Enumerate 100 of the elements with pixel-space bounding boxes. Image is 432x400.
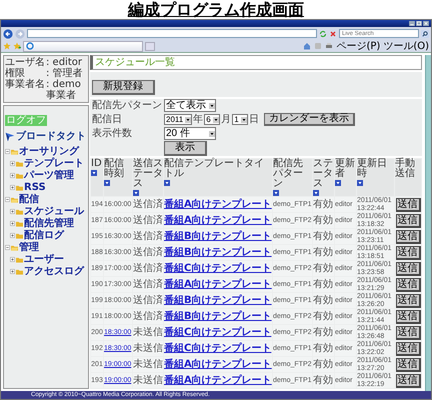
table-cell: 未送信	[133, 325, 163, 340]
year-select[interactable]: 2011	[164, 114, 192, 125]
sort-icon[interactable]	[164, 180, 170, 186]
tree-toggle-icon[interactable]	[5, 245, 10, 250]
tree-toggle-icon[interactable]	[10, 257, 15, 262]
send-button[interactable]: 送信	[396, 310, 420, 324]
nav-item[interactable]: 配信ログ	[24, 230, 64, 241]
table-cell: 送信済	[133, 293, 163, 308]
logo-text: ブロードタクト	[16, 131, 86, 143]
table-cell: 送信済	[133, 229, 163, 244]
table-cell: 有効	[313, 261, 334, 276]
calendar-button[interactable]: カレンダーを表示	[264, 113, 356, 126]
send-button[interactable]: 送信	[396, 230, 420, 244]
select-field[interactable]: 全て表示	[164, 99, 216, 112]
nav-item[interactable]: ユーザー	[24, 254, 64, 265]
sort-icon[interactable]	[104, 180, 110, 186]
sort-icon[interactable]	[357, 180, 363, 186]
nav-item[interactable]: パーツ管理	[24, 170, 74, 181]
column-header: 手動送信	[395, 159, 416, 179]
back-icon[interactable]	[3, 28, 13, 38]
search-icon[interactable]	[421, 30, 429, 38]
address-field[interactable]	[27, 29, 317, 38]
dropdown-icon[interactable]	[209, 102, 215, 108]
user-info-label: ユーザ名	[5, 57, 45, 68]
template-link[interactable]: 番組B向けテンプレート	[164, 247, 272, 258]
tree-toggle-icon[interactable]	[10, 161, 15, 166]
sort-icon[interactable]	[91, 170, 97, 176]
tree-toggle-icon[interactable]	[10, 269, 15, 274]
add-favorite-icon[interactable]	[13, 42, 21, 50]
send-button[interactable]: 送信	[396, 246, 420, 260]
sort-icon[interactable]	[133, 190, 139, 196]
tree-toggle-icon[interactable]	[10, 209, 15, 214]
send-button[interactable]: 送信	[396, 374, 420, 388]
sort-icon[interactable]	[313, 190, 319, 196]
send-button[interactable]: 送信	[396, 342, 420, 356]
template-link[interactable]: 番組C向けテンプレート	[164, 327, 272, 338]
template-link[interactable]: 番組B向けテンプレート	[164, 311, 272, 322]
folder-icon	[11, 196, 18, 202]
template-link[interactable]: 番組A向けテンプレート	[164, 375, 272, 386]
nav-item[interactable]: オーサリング	[19, 146, 79, 157]
template-link[interactable]: 番組B向けテンプレート	[164, 231, 272, 242]
user-info-label: 権限	[5, 68, 25, 79]
star-icon[interactable]	[3, 42, 11, 50]
tree-toggle-icon[interactable]	[5, 149, 10, 154]
user-info-value: : editor	[46, 57, 83, 68]
dropdown-icon[interactable]	[213, 116, 220, 122]
print-icon[interactable]	[325, 42, 334, 50]
tree-toggle-icon[interactable]	[10, 233, 15, 238]
tree-toggle-icon[interactable]	[10, 173, 15, 178]
template-link[interactable]: 番組C向けテンプレート	[164, 263, 272, 274]
template-link[interactable]: 番組A向けテンプレート	[164, 215, 272, 226]
dropdown-icon[interactable]	[185, 116, 192, 122]
maximize-icon[interactable]	[416, 21, 422, 26]
logo-icon	[5, 132, 15, 142]
send-button[interactable]: 送信	[396, 278, 420, 292]
tree-toggle-icon[interactable]	[10, 221, 15, 226]
table-cell: 未送信	[133, 341, 163, 356]
nav-item[interactable]: 配信先管理	[24, 218, 74, 229]
scrollbar[interactable]	[425, 55, 431, 391]
tree-toggle-icon[interactable]	[10, 185, 15, 190]
select-field[interactable]: 20 件	[164, 127, 216, 140]
template-link[interactable]: 番組A向けテンプレート	[164, 279, 272, 290]
send-button[interactable]: 送信	[396, 294, 420, 308]
nav-item[interactable]: 管理	[19, 242, 39, 253]
tree-toggle-icon[interactable]	[5, 197, 10, 202]
sort-icon[interactable]	[335, 180, 341, 186]
table-cell: 送信済	[133, 245, 163, 260]
nav-item[interactable]: アクセスログ	[24, 266, 84, 277]
nav-item[interactable]: スケジュール	[24, 206, 84, 217]
toolbar-menu[interactable]: ページ(P)	[336, 40, 380, 52]
nav-item[interactable]: 配信	[19, 194, 39, 205]
send-button[interactable]: 送信	[396, 358, 420, 372]
send-button[interactable]: 送信	[396, 262, 420, 276]
unit-label: 年	[193, 114, 204, 124]
close-icon[interactable]	[423, 21, 429, 26]
show-button[interactable]: 表示	[164, 141, 207, 156]
send-button[interactable]: 送信	[396, 214, 420, 228]
dropdown-icon[interactable]	[241, 116, 248, 122]
toolbar-menu[interactable]: ツール(O)	[383, 40, 429, 52]
nav-item[interactable]: テンプレート	[24, 158, 84, 169]
template-link[interactable]: 番組C向けテンプレート	[164, 343, 272, 354]
dropdown-icon[interactable]	[209, 130, 215, 136]
nav-item[interactable]: RSS	[24, 182, 46, 193]
month-select[interactable]: 6	[204, 114, 220, 125]
folder-icon	[11, 148, 18, 154]
home-icon[interactable]	[303, 42, 312, 50]
template-link[interactable]: 番組B向けテンプレート	[164, 295, 272, 306]
send-button[interactable]: 送信	[396, 198, 420, 212]
page-heading: 編成プログラム作成画面	[128, 0, 304, 19]
day-select[interactable]: 1	[232, 114, 248, 125]
table-cell: 有効	[313, 229, 334, 244]
new-button[interactable]: 新規登録	[92, 80, 155, 95]
stop-icon[interactable]	[329, 30, 337, 38]
table-cell: 送信済	[133, 197, 163, 212]
send-button[interactable]: 送信	[396, 326, 420, 340]
template-link[interactable]: 番組A向けテンプレート	[164, 359, 272, 370]
sort-icon[interactable]	[273, 190, 279, 196]
filter-label: 表示件数	[91, 128, 133, 139]
template-link[interactable]: 番組A向けテンプレート	[164, 199, 272, 210]
minimize-icon[interactable]	[409, 21, 415, 26]
